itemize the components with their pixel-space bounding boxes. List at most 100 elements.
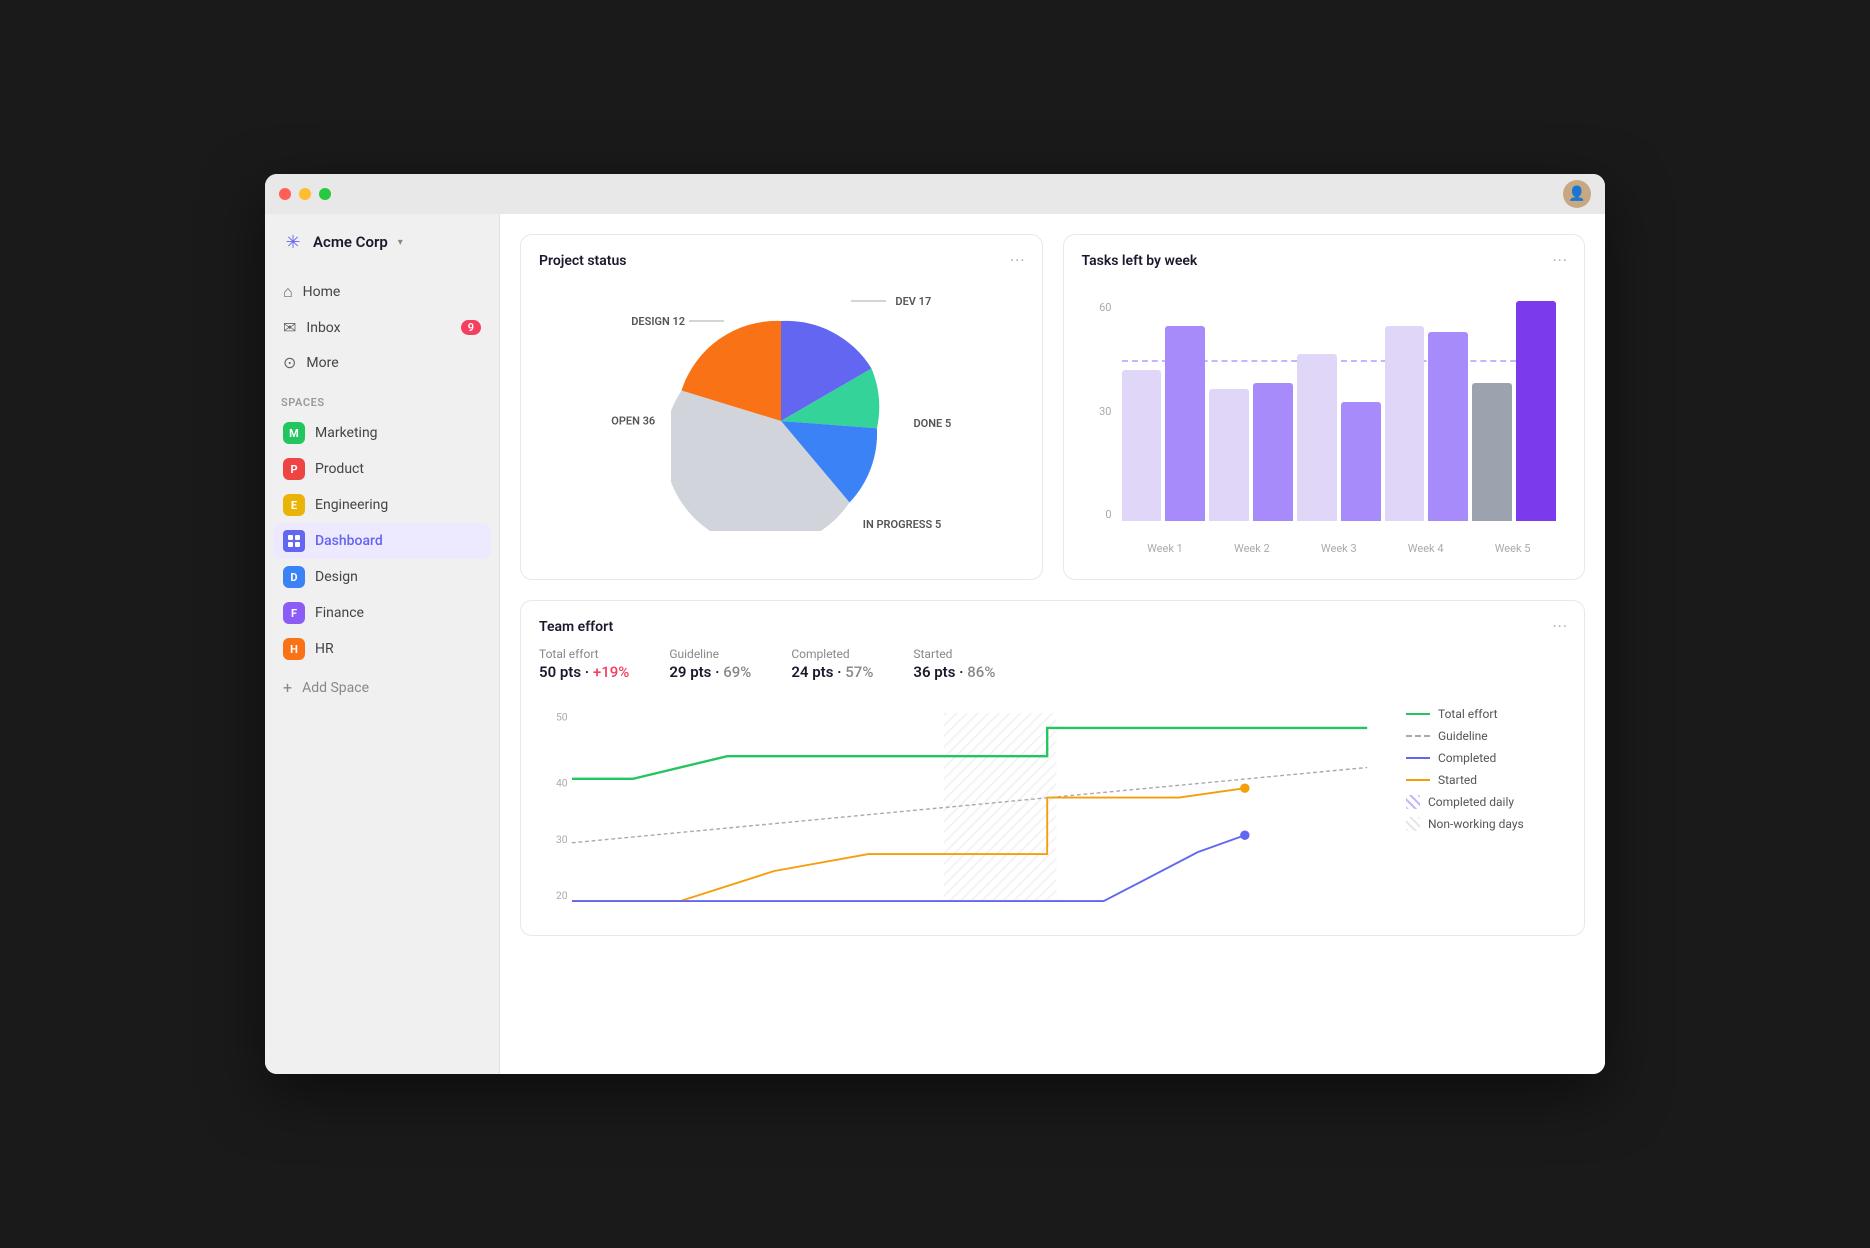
add-space-icon: + [283,678,292,697]
legend-non-working: Non-working days [1406,817,1566,831]
bar-chart-wrapper: 60 30 0 [1082,281,1567,561]
logo-icon: ✳ [281,230,305,254]
space-item-product[interactable]: P Product [273,451,491,487]
space-item-design[interactable]: D Design [273,559,491,595]
bar-week5-2 [1516,301,1556,521]
line-chart-svg: 50 40 30 20 [539,697,1386,917]
space-label-dashboard: Dashboard [315,533,383,549]
space-item-finance[interactable]: F Finance [273,595,491,631]
stat-started-value: 36 pts · 86% [913,663,995,681]
legend-completed-daily: Completed daily [1406,795,1566,809]
legend-label-started: Started [1438,773,1477,787]
bar-week4-2 [1428,332,1468,521]
svg-text:40: 40 [556,776,568,789]
bar-week2-1 [1209,389,1249,521]
y-label-30: 30 [1099,405,1111,418]
space-label-hr: HR [315,641,334,657]
sidebar: ✳ Acme Corp ▾ ⌂ Home ✉ Inbox 9 ⊙ More [265,214,500,1074]
space-label-marketing: Marketing [315,425,378,441]
x-label-week5: Week 5 [1469,542,1556,555]
bar-week4-1 [1385,326,1425,521]
pie-label-inprogress: IN PROGRESS 5 [863,518,941,531]
space-item-hr[interactable]: H HR [273,631,491,667]
team-effort-title: Team effort [539,619,1566,635]
space-avatar-product: P [283,458,305,480]
project-status-card: Project status ··· [520,234,1043,580]
legend-hatch-completed [1406,795,1420,809]
x-label-week1: Week 1 [1122,542,1209,555]
main-content: Project status ··· [500,214,1605,1074]
stat-guideline-value: 29 pts · 69% [669,663,751,681]
sidebar-item-home-label: Home [303,284,341,300]
app-window: 👤 ✳ Acme Corp ▾ ⌂ Home ✉ Inbox 9 [265,174,1605,1074]
space-avatar-design: D [283,566,305,588]
pie-chart-container: DEV 17 DONE 5 IN PROGRESS 5 OPEN 36 [539,281,1024,561]
maximize-button[interactable] [319,188,331,200]
tasks-by-week-title: Tasks left by week [1082,253,1567,269]
legend-label-completed-daily: Completed daily [1428,795,1514,809]
sidebar-item-inbox-label: Inbox [306,320,340,336]
bar-group-week4 [1385,326,1469,521]
pie-label-done: DONE 5 [913,417,951,430]
space-avatar-finance: F [283,602,305,624]
bars-container [1122,301,1557,521]
space-label-product: Product [315,461,364,477]
bar-week1-2 [1165,326,1205,521]
y-label-0: 0 [1105,508,1111,521]
team-effort-menu[interactable]: ··· [1552,617,1568,636]
space-label-engineering: Engineering [315,497,388,513]
stat-guideline: Guideline 29 pts · 69% [669,647,751,681]
x-label-week3: Week 3 [1295,542,1382,555]
more-icon: ⊙ [283,353,296,372]
x-label-week2: Week 2 [1208,542,1295,555]
legend-line-started [1406,779,1430,781]
legend-hatch-nonworking [1406,817,1420,831]
company-name: Acme Corp [313,233,388,251]
stat-total-effort: Total effort 50 pts · +19% [539,647,629,681]
space-avatar-hr: H [283,638,305,660]
pie-label-open: OPEN 36 [611,415,655,428]
x-labels: Week 1 Week 2 Week 3 Week 4 Week 5 [1122,542,1557,555]
project-status-menu[interactable]: ··· [1010,251,1026,270]
top-row: Project status ··· [520,234,1585,580]
stat-total-label: Total effort [539,647,629,661]
stat-total-value: 50 pts · +19% [539,663,629,681]
close-button[interactable] [279,188,291,200]
stat-guideline-label: Guideline [669,647,751,661]
space-avatar-engineering: E [283,494,305,516]
sidebar-nav: ⌂ Home ✉ Inbox 9 ⊙ More [265,274,499,380]
legend-started: Started [1406,773,1566,787]
space-label-finance: Finance [315,605,364,621]
home-icon: ⌂ [283,282,293,302]
pie-label-dev: DEV 17 [851,291,931,311]
space-item-marketing[interactable]: M Marketing [273,415,491,451]
line-chart-area: 50 40 30 20 [539,697,1386,917]
legend-completed: Completed [1406,751,1566,765]
bar-week3-1 [1297,354,1337,521]
bar-week3-2 [1341,402,1381,521]
legend-line-total [1406,713,1430,715]
space-label-design: Design [315,569,358,585]
add-space-button[interactable]: + Add Space [273,671,491,704]
star-icon: ✳ [285,232,300,253]
spaces-header: Spaces [265,380,499,415]
spaces-list: M Marketing P Product E Engineering [265,415,499,667]
sidebar-logo[interactable]: ✳ Acme Corp ▾ [265,230,499,274]
sidebar-item-inbox[interactable]: ✉ Inbox 9 [273,310,491,345]
space-avatar-marketing: M [283,422,305,444]
legend-total-effort: Total effort [1406,707,1566,721]
minimize-button[interactable] [299,188,311,200]
effort-stats: Total effort 50 pts · +19% Guideline 29 … [539,647,1566,681]
space-item-dashboard[interactable]: Dashboard [273,523,491,559]
tasks-menu[interactable]: ··· [1552,251,1568,270]
stat-completed-value: 24 pts · 57% [791,663,873,681]
y-label-60: 60 [1099,301,1111,314]
space-item-engineering[interactable]: E Engineering [273,487,491,523]
sidebar-item-home[interactable]: ⌂ Home [273,274,491,310]
bar-week5-1 [1472,383,1512,521]
sidebar-item-more[interactable]: ⊙ More [273,345,491,380]
user-avatar[interactable]: 👤 [1563,180,1591,208]
stat-started-label: Started [913,647,995,661]
bar-group-week1 [1122,326,1206,521]
legend-label-completed: Completed [1438,751,1496,765]
